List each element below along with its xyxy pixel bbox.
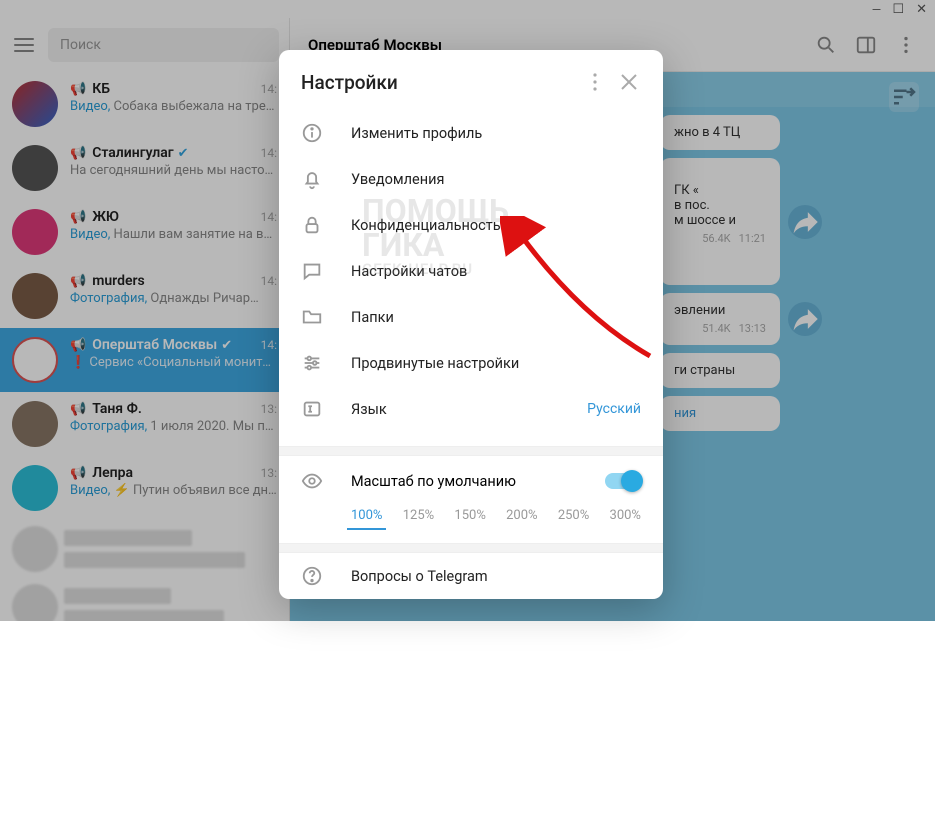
scale-option[interactable]: 250% [558, 508, 589, 523]
default-scale-toggle[interactable] [605, 473, 641, 489]
menu-item-chat-settings[interactable]: Настройки чатов [279, 248, 663, 294]
menu-label: Настройки чатов [351, 263, 467, 280]
scale-option[interactable]: 125% [403, 508, 434, 523]
eye-icon [301, 470, 323, 492]
menu-item-privacy[interactable]: Конфиденциальность [279, 202, 663, 248]
menu-item-language[interactable]: Язык Русский [279, 386, 663, 432]
menu-item-advanced[interactable]: Продвинутые настройки [279, 340, 663, 386]
menu-item-notifications[interactable]: Уведомления [279, 156, 663, 202]
default-scale-label: Масштаб по умолчанию [351, 473, 516, 490]
scale-option[interactable]: 200% [506, 508, 537, 523]
menu-label: Язык [351, 401, 387, 418]
menu-value: Русский [587, 401, 641, 417]
sliders-icon [301, 352, 323, 374]
chat-icon [301, 260, 323, 282]
scale-option[interactable]: 100% [351, 508, 382, 523]
modal-header: Настройки [279, 50, 663, 104]
menu-label: Продвинутые настройки [351, 355, 519, 372]
menu-label: Конфиденциальность [351, 217, 501, 234]
divider [279, 543, 663, 553]
scale-option[interactable]: 300% [610, 508, 641, 523]
modal-title: Настройки [301, 71, 573, 94]
menu-item-edit-profile[interactable]: Изменить профиль [279, 110, 663, 156]
folder-icon [301, 306, 323, 328]
scale-options: 100% 125% 150% 200% 250% 300% [279, 502, 663, 543]
menu-label: Уведомления [351, 171, 444, 188]
menu-label: Вопросы о Telegram [351, 568, 488, 585]
language-icon [301, 398, 323, 420]
default-scale-row: Масштаб по умолчанию [279, 456, 663, 502]
scale-option[interactable]: 150% [454, 508, 485, 523]
bell-icon [301, 168, 323, 190]
menu-label: Изменить профиль [351, 125, 482, 142]
divider [279, 446, 663, 456]
menu-item-folders[interactable]: Папки [279, 294, 663, 340]
menu-item-faq[interactable]: Вопросы о Telegram [279, 553, 663, 599]
info-icon [301, 122, 323, 144]
lock-icon [301, 214, 323, 236]
menu-label: Папки [351, 309, 394, 326]
settings-menu: Изменить профиль Уведомления Конфиденциа… [279, 104, 663, 446]
more-icon[interactable] [583, 70, 607, 94]
settings-modal: Настройки Изменить профиль Уведомления К… [279, 50, 663, 599]
question-icon [301, 565, 323, 587]
close-icon[interactable] [617, 70, 641, 94]
